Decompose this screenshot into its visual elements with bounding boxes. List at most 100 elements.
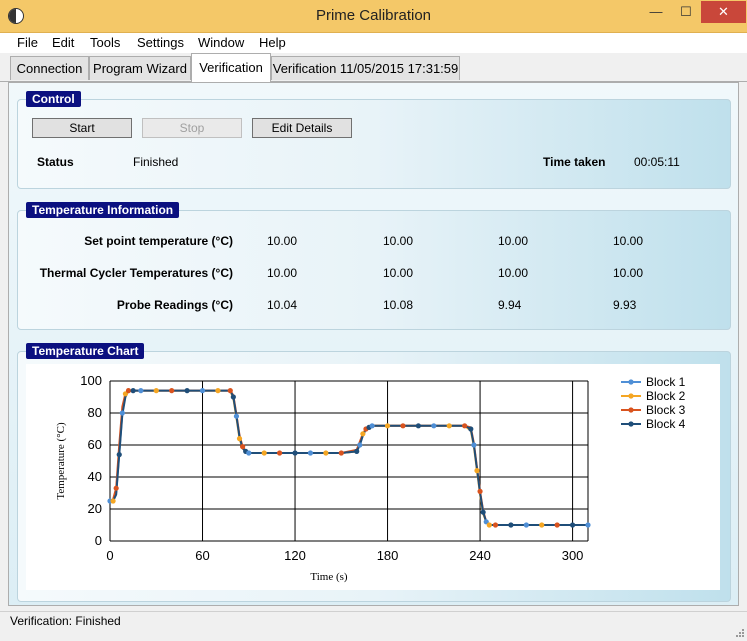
- tab-verification[interactable]: Verification: [191, 53, 271, 82]
- probe-reading-1: 10.04: [267, 298, 298, 312]
- probe-reading-4: 9.93: [613, 298, 637, 312]
- data-point-block-2: [153, 388, 159, 394]
- start-button[interactable]: Start: [32, 118, 132, 138]
- data-point-block-4: [116, 452, 122, 458]
- data-point-block-2: [110, 498, 116, 504]
- setpoint-value-1: 10.00: [267, 234, 298, 248]
- menu-tools[interactable]: Tools: [90, 35, 120, 50]
- tab-strip: Connection Program Wizard Verification V…: [0, 53, 747, 82]
- menu-edit[interactable]: Edit: [52, 35, 74, 50]
- data-point-block-3: [400, 423, 406, 429]
- control-header: Control: [26, 91, 81, 107]
- setpoint-label: Set point temperature (°C): [84, 234, 233, 248]
- setpoint-value-3: 10.00: [498, 234, 529, 248]
- data-point-block-4: [508, 522, 514, 528]
- data-point-block-4: [480, 509, 486, 515]
- x-axis-label: Time (s): [310, 571, 348, 583]
- data-point-block-3: [113, 485, 119, 491]
- status-bar-text: Verification: Finished: [10, 614, 121, 628]
- series-line-block-1: [110, 389, 588, 526]
- maximize-button[interactable]: ☐: [671, 1, 701, 23]
- data-point-block-2: [486, 522, 492, 528]
- temperature-info-header: Temperature Information: [26, 202, 180, 218]
- data-point-block-2: [261, 450, 267, 456]
- data-point-block-3: [227, 388, 233, 394]
- temperature-line-chart: 0 60 120 180 240 300 0 20 40 60 80 100 Time (s) Tempe…: [55, 373, 686, 583]
- data-point-block-1: [138, 388, 144, 394]
- y-tick-label: 100: [80, 373, 102, 388]
- series-line-block-4: [110, 389, 588, 526]
- setpoint-value-2: 10.00: [383, 234, 414, 248]
- tab-verification-session[interactable]: Verification 11/05/2015 17:31:59: [271, 56, 460, 80]
- data-point-block-3: [277, 450, 283, 456]
- data-point-block-2: [539, 522, 545, 528]
- menu-file[interactable]: File: [17, 35, 38, 50]
- menu-help[interactable]: Help: [259, 35, 286, 50]
- menu-window[interactable]: Window: [198, 35, 244, 50]
- thermal-cycler-value-2: 10.00: [383, 266, 414, 280]
- tab-connection[interactable]: Connection: [10, 56, 89, 80]
- time-taken-value: 00:05:11: [634, 155, 680, 169]
- status-label: Status: [37, 155, 74, 169]
- data-point-block-3: [240, 444, 246, 450]
- chart-area: 0 60 120 180 240 300 0 20 40 60 80 100 Time (s) Tempe…: [26, 364, 720, 590]
- data-point-block-1: [585, 522, 591, 528]
- legend-marker-block-3: [628, 407, 634, 413]
- status-value: Finished: [133, 155, 179, 169]
- thermal-cycler-value-3: 10.00: [498, 266, 529, 280]
- legend-marker-block-4: [628, 421, 634, 427]
- thermal-cycler-value-1: 10.00: [267, 266, 298, 280]
- x-tick-label: 60: [195, 548, 209, 563]
- data-point-block-3: [462, 423, 468, 429]
- data-point-block-1: [369, 423, 375, 429]
- data-point-block-1: [431, 423, 437, 429]
- probe-reading-3: 9.94: [498, 298, 522, 312]
- data-point-block-3: [477, 488, 483, 494]
- probe-reading-2: 10.08: [383, 298, 414, 312]
- legend-marker-block-1: [628, 379, 634, 385]
- x-tick-label: 240: [469, 548, 491, 563]
- legend-label-block-4: Block 4: [646, 417, 686, 431]
- minimize-button[interactable]: —: [641, 1, 671, 23]
- data-point-block-2: [384, 423, 391, 429]
- menu-settings[interactable]: Settings: [137, 35, 184, 50]
- data-point-block-1: [357, 442, 363, 448]
- menu-bar: File Edit Tools Settings Window Help: [0, 33, 747, 53]
- data-point-block-1: [471, 442, 477, 448]
- edit-details-button[interactable]: Edit Details: [252, 118, 352, 138]
- data-point-block-2: [323, 450, 329, 456]
- data-point-block-3: [125, 388, 132, 394]
- data-point-block-1: [233, 413, 240, 419]
- close-button[interactable]: ✕: [701, 1, 746, 23]
- data-point-block-4: [130, 388, 136, 394]
- data-point-block-3: [169, 388, 175, 394]
- data-point-block-2: [215, 388, 221, 394]
- legend-label-block-2: Block 2: [646, 389, 686, 403]
- y-tick-label: 60: [88, 437, 102, 452]
- time-taken-label: Time taken: [543, 155, 606, 169]
- data-point-block-4: [230, 394, 236, 400]
- data-point-block-1: [199, 388, 206, 394]
- y-tick-label: 80: [88, 405, 102, 420]
- data-point-block-4: [569, 522, 576, 528]
- x-tick-label: 180: [377, 548, 399, 563]
- series-line-block-3: [109, 389, 588, 526]
- legend-label-block-3: Block 3: [646, 403, 686, 417]
- control-group: [17, 99, 731, 189]
- y-tick-label: 40: [88, 469, 102, 484]
- x-tick-label: 120: [284, 548, 306, 563]
- series-line-block-2: [110, 389, 588, 526]
- x-tick-label: 0: [106, 548, 113, 563]
- data-point-block-1: [246, 450, 252, 456]
- y-tick-label: 0: [95, 533, 102, 548]
- legend-label-block-1: Block 1: [646, 375, 686, 389]
- data-point-block-1: [119, 410, 125, 416]
- data-point-block-3: [554, 522, 560, 528]
- tab-program-wizard[interactable]: Program Wizard: [89, 56, 191, 80]
- data-point-block-2: [474, 468, 480, 474]
- data-point-block-4: [184, 388, 190, 394]
- data-point-block-3: [338, 450, 344, 456]
- stop-button[interactable]: Stop: [142, 118, 242, 138]
- probe-readings-label: Probe Readings (°C): [116, 298, 233, 312]
- resize-grip-icon[interactable]: [735, 628, 745, 638]
